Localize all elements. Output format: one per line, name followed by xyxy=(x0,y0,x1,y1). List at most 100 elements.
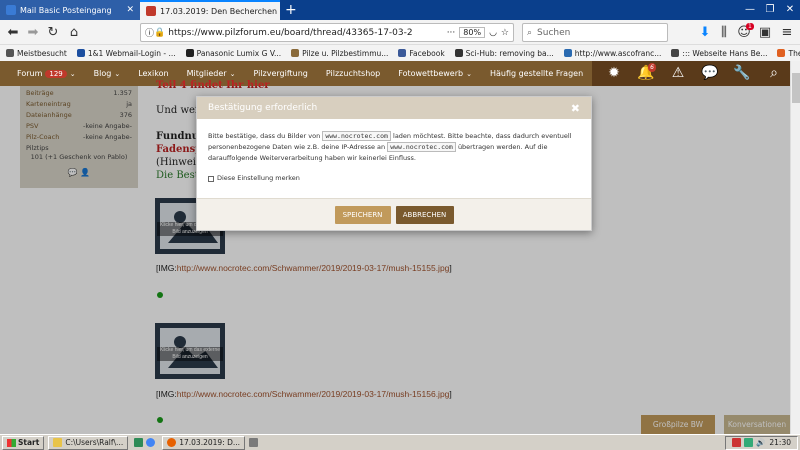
forward-icon[interactable]: ➡ xyxy=(25,25,41,40)
bookmark-item[interactable]: The nine planetary bo... xyxy=(777,49,800,58)
taskbar-firefox[interactable]: 17.03.2019: D... xyxy=(162,435,245,450)
bookmark-item[interactable]: Panasonic Lumix G V... xyxy=(185,49,281,58)
forum-nav-label: Blog xyxy=(93,69,112,78)
info-icon[interactable]: ⓘ xyxy=(145,26,154,39)
app-icon[interactable] xyxy=(134,438,144,447)
volume-icon[interactable]: 🔊 xyxy=(756,438,765,447)
lock-icon: 🔒 xyxy=(154,27,166,38)
bookmark-favicon-icon xyxy=(185,49,194,57)
download-icon[interactable]: ⬇ xyxy=(697,25,713,40)
forum-favicon-icon xyxy=(146,6,156,16)
forum-nav-item[interactable]: Blog ⌄ xyxy=(94,69,121,78)
forum-nav-item[interactable]: Häufig gestellte Fragen xyxy=(490,69,583,78)
forum-nav-item[interactable]: Pilzvergiftung xyxy=(253,69,307,78)
search-input[interactable]: ⌕ Suchen xyxy=(522,23,668,42)
scrollbar-thumb[interactable] xyxy=(792,73,800,103)
forum-nav-item[interactable]: Pilzzuchtshop xyxy=(326,69,380,78)
unread-count-badge: 129 xyxy=(45,69,67,78)
forum-nav-item[interactable]: Forum 129 ⌄ xyxy=(17,69,76,78)
tab-label: Mail Basic Posteingang xyxy=(20,5,112,15)
pocket-icon[interactable]: ◡ xyxy=(489,28,497,38)
forum-nav-item[interactable]: Lexikon xyxy=(138,69,168,78)
bookmark-favicon-icon xyxy=(777,49,786,57)
url-text[interactable]: https://www.pilzforum.eu/board/thread/43… xyxy=(168,28,446,38)
home-icon[interactable]: ⌂ xyxy=(66,25,82,40)
firefox-icon xyxy=(167,438,177,447)
bookmark-item[interactable]: ::: Webseite Hans Be... xyxy=(671,49,767,58)
notification-badge: 1 xyxy=(746,23,754,30)
bookmark-item[interactable]: Sci-Hub: removing ba... xyxy=(454,49,554,58)
navigation-toolbar: ⬅ ➡ ↻ ⌂ ⓘ 🔒 https://www.pilzforum.eu/boa… xyxy=(0,20,800,45)
minimize-icon[interactable]: — xyxy=(740,0,760,20)
close-icon[interactable]: ✖ xyxy=(571,102,580,115)
checkbox-box[interactable] xyxy=(208,175,214,182)
start-label: Start xyxy=(18,438,40,447)
bookmark-favicon-icon xyxy=(76,49,85,57)
start-button[interactable]: Start xyxy=(2,435,45,450)
url-bar[interactable]: ⓘ 🔒 https://www.pilzforum.eu/board/threa… xyxy=(140,23,514,42)
dialog-footer: SPEICHERN ABBRECHEN xyxy=(197,198,591,230)
dialog-title: Bestätigung erforderlich xyxy=(208,103,318,113)
warning-icon[interactable]: ⚠ xyxy=(662,61,694,86)
bookmark-item[interactable]: Pilze u. Pilzbestimmu... xyxy=(291,49,388,58)
chevron-down-icon: ⌄ xyxy=(114,69,121,78)
page-scrollbar[interactable] xyxy=(790,61,800,434)
chevron-down-icon: ⌄ xyxy=(466,69,472,78)
tab-mail[interactable]: Mail Basic Posteingang ✕ xyxy=(0,0,140,20)
confirmation-dialog: Bestätigung erforderlich ✖ Bitte bestäti… xyxy=(196,96,592,231)
taskbar-explorer[interactable]: C:\Users\Ralf\... xyxy=(48,435,129,450)
search-icon: ⌕ xyxy=(527,27,533,38)
save-button[interactable]: SPEICHERN xyxy=(334,205,391,224)
remember-setting-checkbox[interactable]: Diese Einstellung merken xyxy=(208,173,580,184)
dialog-header: Bestätigung erforderlich ✖ xyxy=(197,97,591,119)
conversations-icon[interactable]: 💬 xyxy=(694,61,726,86)
folder-icon xyxy=(53,438,63,447)
page-actions-icon[interactable]: ··· xyxy=(447,28,456,38)
bookmark-favicon-icon xyxy=(563,49,572,57)
reload-icon[interactable]: ↻ xyxy=(45,25,61,40)
app-icon[interactable] xyxy=(249,438,258,447)
close-icon[interactable]: ✕ xyxy=(122,5,134,15)
bookmark-favicon-icon xyxy=(671,49,680,57)
tray-icon[interactable] xyxy=(732,438,742,447)
maximize-icon[interactable]: ❐ xyxy=(760,0,780,20)
bookmark-item[interactable]: 1&1 Webmail-Login - ... xyxy=(76,48,176,58)
cancel-button[interactable]: ABBRECHEN xyxy=(395,205,454,224)
bookmarks-toolbar: Meistbesucht 1&1 Webmail-Login - ... Panas… xyxy=(0,45,800,61)
windows-logo-icon xyxy=(7,438,16,447)
tray-icon[interactable] xyxy=(744,438,754,447)
alerts-badge: 6 xyxy=(648,63,656,72)
dialog-body: Bitte bestätige, dass du Bilder von www.… xyxy=(197,119,591,184)
search-icon[interactable]: ⌕ xyxy=(758,61,790,86)
windows-taskbar: Start C:\Users\Ralf\... 17.03.2019: D...… xyxy=(0,434,800,450)
bookmark-item[interactable]: Facebook xyxy=(398,48,445,58)
bookmark-label: Facebook xyxy=(409,48,445,58)
library-icon[interactable]: ⫼ xyxy=(716,25,732,40)
forum-nav-label: Fotowettbewerb xyxy=(398,69,464,78)
forum-nav-item[interactable]: Fotowettbewerb ⌄ xyxy=(398,69,472,78)
bookmark-favicon-icon xyxy=(291,49,300,57)
domain-code: www.nocrotec.com xyxy=(387,142,456,152)
bookmark-star-icon[interactable]: ☆ xyxy=(501,28,509,38)
forum-nav-label: Mitglieder xyxy=(186,69,227,78)
forum-nav-item[interactable]: Mitglieder ⌄ xyxy=(187,69,236,78)
forum-nav-label: Häufig gestellte Fragen xyxy=(489,69,584,78)
sidebar-icon[interactable]: ▣ xyxy=(757,25,773,40)
new-tab-button[interactable]: + xyxy=(285,1,297,19)
chevron-down-icon: ⌄ xyxy=(69,69,76,78)
clock[interactable]: 21:30 xyxy=(769,438,791,447)
bookmark-item[interactable]: http://www.ascofranc... xyxy=(563,49,661,58)
menu-icon[interactable]: ≡ xyxy=(779,25,795,40)
bookmark-label: 1&1 Webmail-Login - ... xyxy=(87,48,176,58)
browser-tab-bar: Mail Basic Posteingang ✕ 17.03.2019: Den… xyxy=(0,0,800,20)
tab-forum-thread[interactable]: 17.03.2019: Den Becherchen auf ✕ xyxy=(140,0,280,20)
chrome-icon[interactable] xyxy=(146,438,156,447)
zoom-indicator[interactable]: 80% xyxy=(459,27,486,38)
forum-nav-label: Pilzvergiftung xyxy=(253,69,308,78)
forum-nav-label: Lexikon xyxy=(138,69,169,78)
close-window-icon[interactable]: ✕ xyxy=(780,0,800,20)
bookmark-item[interactable]: Meistbesucht xyxy=(6,49,67,58)
settings-wrench-icon[interactable]: 🔧 xyxy=(726,61,758,86)
dialog-text-a: Bitte bestätige, dass du Bilder von xyxy=(208,132,321,140)
back-icon[interactable]: ⬅ xyxy=(5,25,21,40)
